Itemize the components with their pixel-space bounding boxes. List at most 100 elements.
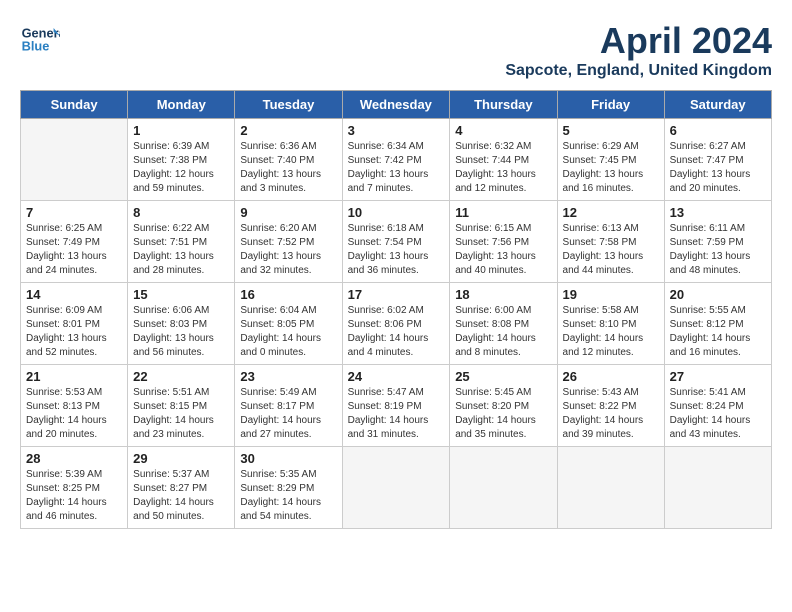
day-info: Sunrise: 5:47 AM Sunset: 8:19 PM Dayligh… (348, 386, 445, 442)
day-info: Sunrise: 6:15 AM Sunset: 7:56 PM Dayligh… (455, 222, 551, 278)
calendar-cell: 25Sunrise: 5:45 AM Sunset: 8:20 PM Dayli… (450, 365, 557, 447)
day-number: 13 (670, 205, 766, 220)
calendar-cell: 27 Sunrise: 5:41 AM Sunset: 8:24 PM Dayli… (664, 365, 771, 447)
calendar-cell: 2 Sunrise: 6:36 AM Sunset: 7:40 PM Daylig… (235, 119, 342, 201)
calendar-body: 1 Sunrise: 6:39 AM Sunset: 7:38 PM Daylig… (21, 119, 772, 529)
day-number: 5 (563, 123, 659, 138)
day-number: 20 (670, 287, 766, 302)
week-row-1: 1 Sunrise: 6:39 AM Sunset: 7:38 PM Daylig… (21, 119, 772, 201)
day-info: Sunrise: 5:35 AM Sunset: 8:29 PM Dayligh… (240, 468, 336, 524)
day-info: Sunrise: 5:43 AM Sunset: 8:22 PM Dayligh… (563, 386, 659, 442)
calendar-cell: 17Sunrise: 6:02 AM Sunset: 8:06 PM Dayli… (342, 283, 450, 365)
day-header-monday: Monday (128, 91, 235, 119)
calendar-cell: 23 Sunrise: 5:49 AM Sunset: 8:17 PM Dayli… (235, 365, 342, 447)
day-info: Sunrise: 6:11 AM Sunset: 7:59 PM Dayligh… (670, 222, 766, 278)
calendar-cell: 7 Sunrise: 6:25 AM Sunset: 7:49 PM Daylig… (21, 201, 128, 283)
day-info: Sunrise: 6:04 AM Sunset: 8:05 PM Dayligh… (240, 304, 336, 360)
calendar-cell (450, 447, 557, 529)
day-header-saturday: Saturday (664, 91, 771, 119)
day-number: 4 (455, 123, 551, 138)
calendar-cell: 9 Sunrise: 6:20 AM Sunset: 7:52 PM Daylig… (235, 201, 342, 283)
page-header: General Blue April 2024 Sapcote, England… (20, 20, 772, 80)
day-number: 1 (133, 123, 229, 138)
calendar-cell: 3Sunrise: 6:34 AM Sunset: 7:42 PM Daylig… (342, 119, 450, 201)
day-number: 22 (133, 369, 229, 384)
day-number: 28 (26, 451, 122, 466)
calendar-cell: 13 Sunrise: 6:11 AM Sunset: 7:59 PM Dayli… (664, 201, 771, 283)
calendar-cell: 24 Sunrise: 5:47 AM Sunset: 8:19 PM Dayli… (342, 365, 450, 447)
day-header-wednesday: Wednesday (342, 91, 450, 119)
day-info: Sunrise: 6:09 AM Sunset: 8:01 PM Dayligh… (26, 304, 122, 360)
calendar-header-row: SundayMondayTuesdayWednesdayThursdayFrid… (21, 91, 772, 119)
day-number: 27 (670, 369, 766, 384)
calendar-cell: 14 Sunrise: 6:09 AM Sunset: 8:01 PM Dayli… (21, 283, 128, 365)
calendar-cell: 18Sunrise: 6:00 AM Sunset: 8:08 PM Dayli… (450, 283, 557, 365)
day-info: Sunrise: 5:53 AM Sunset: 8:13 PM Dayligh… (26, 386, 122, 442)
day-number: 2 (240, 123, 336, 138)
calendar-cell: 21 Sunrise: 5:53 AM Sunset: 8:13 PM Dayli… (21, 365, 128, 447)
day-number: 26 (563, 369, 659, 384)
day-number: 15 (133, 287, 229, 302)
day-number: 10 (348, 205, 445, 220)
day-info: Sunrise: 5:41 AM Sunset: 8:24 PM Dayligh… (670, 386, 766, 442)
calendar-cell: 12 Sunrise: 6:13 AM Sunset: 7:58 PM Dayli… (557, 201, 664, 283)
day-number: 21 (26, 369, 122, 384)
day-info: Sunrise: 6:18 AM Sunset: 7:54 PM Dayligh… (348, 222, 445, 278)
month-title: April 2024 (505, 20, 772, 62)
day-info: Sunrise: 5:51 AM Sunset: 8:15 PM Dayligh… (133, 386, 229, 442)
day-header-sunday: Sunday (21, 91, 128, 119)
calendar-cell: 26 Sunrise: 5:43 AM Sunset: 8:22 PM Dayli… (557, 365, 664, 447)
calendar-cell (21, 119, 128, 201)
day-info: Sunrise: 6:02 AM Sunset: 8:06 PM Dayligh… (348, 304, 445, 360)
day-info: Sunrise: 6:25 AM Sunset: 7:49 PM Dayligh… (26, 222, 122, 278)
calendar-cell: 1 Sunrise: 6:39 AM Sunset: 7:38 PM Daylig… (128, 119, 235, 201)
day-info: Sunrise: 5:55 AM Sunset: 8:12 PM Dayligh… (670, 304, 766, 360)
day-info: Sunrise: 6:00 AM Sunset: 8:08 PM Dayligh… (455, 304, 551, 360)
calendar-table: SundayMondayTuesdayWednesdayThursdayFrid… (20, 90, 772, 529)
day-number: 6 (670, 123, 766, 138)
day-info: Sunrise: 6:27 AM Sunset: 7:47 PM Dayligh… (670, 140, 766, 196)
day-number: 9 (240, 205, 336, 220)
calendar-cell: 8 Sunrise: 6:22 AM Sunset: 7:51 PM Daylig… (128, 201, 235, 283)
calendar-cell: 30Sunrise: 5:35 AM Sunset: 8:29 PM Dayli… (235, 447, 342, 529)
day-info: Sunrise: 6:34 AM Sunset: 7:42 PM Dayligh… (348, 140, 445, 196)
day-number: 7 (26, 205, 122, 220)
calendar-cell: 5Sunrise: 6:29 AM Sunset: 7:45 PM Daylig… (557, 119, 664, 201)
svg-text:Blue: Blue (22, 38, 50, 53)
day-header-thursday: Thursday (450, 91, 557, 119)
day-number: 12 (563, 205, 659, 220)
week-row-5: 28Sunrise: 5:39 AM Sunset: 8:25 PM Dayli… (21, 447, 772, 529)
calendar-cell (664, 447, 771, 529)
day-info: Sunrise: 6:20 AM Sunset: 7:52 PM Dayligh… (240, 222, 336, 278)
day-number: 19 (563, 287, 659, 302)
day-header-friday: Friday (557, 91, 664, 119)
week-row-2: 7 Sunrise: 6:25 AM Sunset: 7:49 PM Daylig… (21, 201, 772, 283)
location: Sapcote, England, United Kingdom (505, 62, 772, 80)
calendar-cell: 11Sunrise: 6:15 AM Sunset: 7:56 PM Dayli… (450, 201, 557, 283)
calendar-cell: 15Sunrise: 6:06 AM Sunset: 8:03 PM Dayli… (128, 283, 235, 365)
day-info: Sunrise: 5:45 AM Sunset: 8:20 PM Dayligh… (455, 386, 551, 442)
calendar-cell (342, 447, 450, 529)
title-block: April 2024 Sapcote, England, United King… (505, 20, 772, 80)
day-info: Sunrise: 5:37 AM Sunset: 8:27 PM Dayligh… (133, 468, 229, 524)
day-number: 8 (133, 205, 229, 220)
day-number: 24 (348, 369, 445, 384)
day-info: Sunrise: 6:22 AM Sunset: 7:51 PM Dayligh… (133, 222, 229, 278)
day-info: Sunrise: 5:49 AM Sunset: 8:17 PM Dayligh… (240, 386, 336, 442)
day-info: Sunrise: 6:32 AM Sunset: 7:44 PM Dayligh… (455, 140, 551, 196)
day-info: Sunrise: 6:36 AM Sunset: 7:40 PM Dayligh… (240, 140, 336, 196)
calendar-cell: 6 Sunrise: 6:27 AM Sunset: 7:47 PM Daylig… (664, 119, 771, 201)
calendar-cell: 10 Sunrise: 6:18 AM Sunset: 7:54 PM Dayli… (342, 201, 450, 283)
week-row-3: 14 Sunrise: 6:09 AM Sunset: 8:01 PM Dayli… (21, 283, 772, 365)
calendar-cell: 20 Sunrise: 5:55 AM Sunset: 8:12 PM Dayli… (664, 283, 771, 365)
calendar-cell: 16 Sunrise: 6:04 AM Sunset: 8:05 PM Dayli… (235, 283, 342, 365)
calendar-cell: 28Sunrise: 5:39 AM Sunset: 8:25 PM Dayli… (21, 447, 128, 529)
calendar-cell (557, 447, 664, 529)
day-number: 14 (26, 287, 122, 302)
logo-icon: General Blue (20, 20, 60, 60)
day-info: Sunrise: 6:39 AM Sunset: 7:38 PM Dayligh… (133, 140, 229, 196)
day-info: Sunrise: 6:13 AM Sunset: 7:58 PM Dayligh… (563, 222, 659, 278)
calendar-cell: 22 Sunrise: 5:51 AM Sunset: 8:15 PM Dayli… (128, 365, 235, 447)
day-number: 16 (240, 287, 336, 302)
day-number: 23 (240, 369, 336, 384)
